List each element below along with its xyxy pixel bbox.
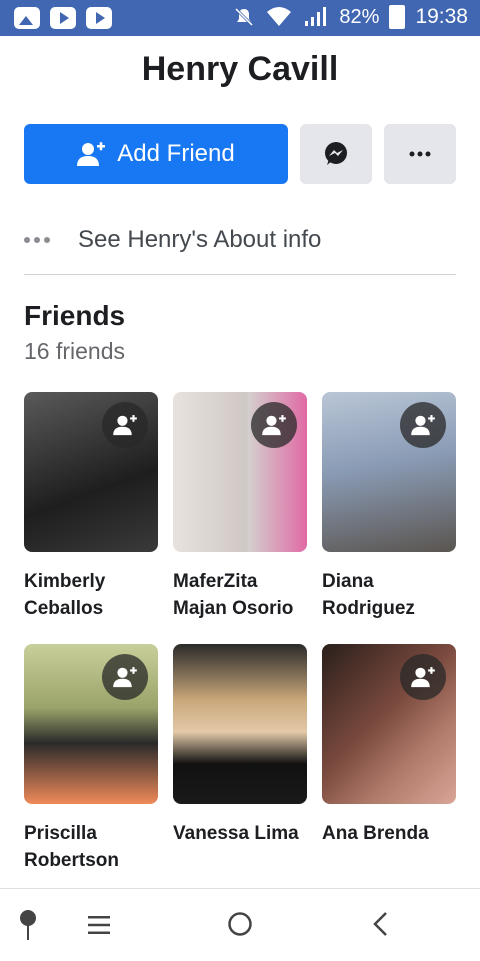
add-friend-icon[interactable]	[251, 402, 297, 448]
add-friend-icon[interactable]	[102, 402, 148, 448]
signal-icon	[305, 7, 327, 26]
status-bar: 82% 19:38	[0, 0, 480, 36]
friends-heading: Friends	[24, 300, 126, 331]
about-info-link[interactable]: See Henry's About info	[24, 220, 456, 260]
friend-photo[interactable]	[173, 644, 307, 804]
friend-card[interactable]: MaferZita Majan Osorio	[173, 392, 307, 622]
friend-name[interactable]: Priscilla Robertson	[24, 820, 158, 874]
add-friend-label: Add Friend	[117, 140, 235, 167]
back-icon[interactable]	[372, 911, 388, 937]
messenger-icon	[325, 142, 347, 165]
friend-card[interactable]: Diana Rodriguez	[322, 392, 456, 622]
divider	[24, 274, 456, 275]
more-icon	[409, 151, 431, 157]
mute-icon	[235, 7, 254, 27]
friend-card[interactable]: Priscilla Robertson	[24, 644, 158, 874]
menu-icon[interactable]	[88, 915, 110, 935]
add-friend-icon[interactable]	[400, 654, 446, 700]
image-icon	[14, 7, 40, 29]
battery-icon	[389, 5, 406, 29]
home-circle-icon[interactable]	[227, 911, 253, 937]
youtube-icon	[86, 7, 112, 29]
about-label: See Henry's About info	[78, 226, 322, 253]
system-nav-bar	[0, 888, 480, 961]
more-options-button[interactable]	[384, 124, 456, 184]
friend-card[interactable]: Ana Brenda	[322, 644, 456, 847]
wifi-icon	[267, 7, 292, 26]
friend-name[interactable]: Diana Rodriguez	[322, 568, 456, 622]
messenger-button[interactable]	[300, 124, 372, 184]
friend-card[interactable]: Vanessa Lima	[173, 644, 307, 847]
add-friend-icon[interactable]	[400, 402, 446, 448]
battery-percent: 82%	[339, 5, 380, 28]
friend-name[interactable]: Vanessa Lima	[173, 820, 307, 847]
friend-name[interactable]: Kimberly Ceballos	[24, 568, 158, 622]
youtube-icon	[50, 7, 76, 29]
friend-photo[interactable]	[322, 392, 456, 552]
friend-photo[interactable]	[24, 644, 158, 804]
friend-photo[interactable]	[24, 392, 158, 552]
friends-count: 16 friends	[24, 338, 126, 364]
add-friend-button[interactable]: Add Friend	[24, 124, 288, 184]
ellipsis-icon	[24, 237, 78, 243]
add-friend-icon[interactable]	[102, 654, 148, 700]
page-title: Henry Cavill	[141, 50, 339, 88]
friend-photo[interactable]	[173, 392, 307, 552]
clock: 19:38	[415, 5, 468, 28]
pin-icon[interactable]	[18, 909, 38, 941]
friend-name[interactable]: MaferZita Majan Osorio	[173, 568, 307, 622]
add-friend-icon	[77, 142, 106, 166]
friend-name[interactable]: Ana Brenda	[322, 820, 456, 847]
friend-card[interactable]: Kimberly Ceballos	[24, 392, 158, 622]
friend-photo[interactable]	[322, 644, 456, 804]
